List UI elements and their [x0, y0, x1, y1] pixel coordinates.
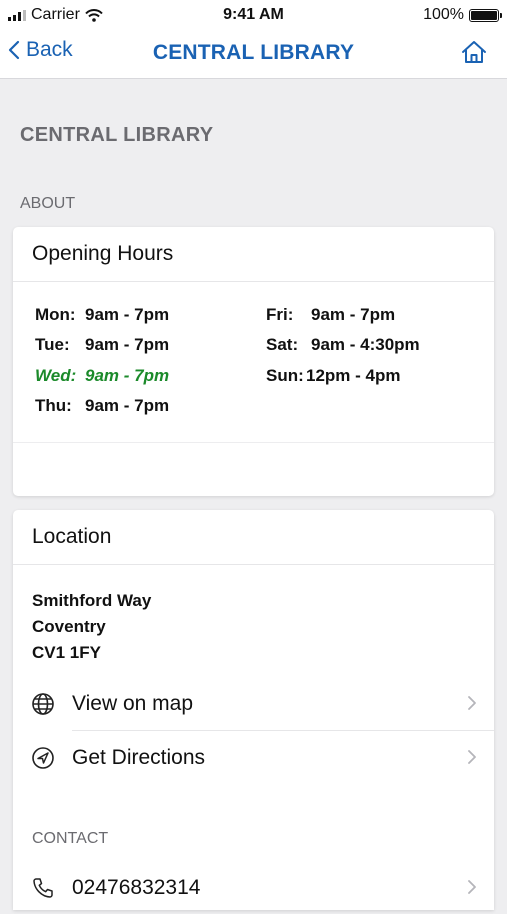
chevron-right-icon — [468, 880, 476, 894]
hours-value: 9am - 7pm — [85, 366, 170, 385]
hours-value: 9am - 7pm — [311, 305, 396, 324]
hours-value: 12pm - 4pm — [306, 366, 401, 385]
day-label: Sat: — [266, 335, 299, 354]
hours-row-sun: Sun: 12pm - 4pm — [266, 366, 400, 386]
hours-row-fri: Fri: 9am - 7pm — [266, 305, 395, 325]
hours-value: 9am - 7pm — [85, 335, 170, 354]
contact-section-label: CONTACT — [32, 830, 109, 847]
day-label: Fri: — [266, 305, 294, 324]
hours-row-thu: Thu: 9am - 7pm — [35, 396, 169, 416]
address-line: Coventry — [32, 617, 106, 636]
day-label: Tue: — [35, 335, 70, 354]
day-label: Mon: — [35, 305, 76, 324]
battery-percent: 100% — [423, 6, 464, 23]
chevron-left-icon — [8, 40, 20, 60]
page-title: CENTRAL LIBRARY — [20, 124, 214, 146]
day-label: Wed: — [35, 366, 77, 385]
hours-row-tue: Tue: 9am - 7pm — [35, 335, 169, 355]
hours-row-wed-today: Wed: 9am - 7pm — [35, 366, 169, 386]
phone-row[interactable]: 02476832314 — [13, 862, 494, 914]
location-card: Location Smithford Way Coventry CV1 1FY … — [13, 510, 494, 910]
status-bar: Carrier 9:41 AM 100% — [0, 0, 507, 30]
day-label: Thu: — [35, 396, 72, 415]
hours-value: 9am - 7pm — [85, 305, 170, 324]
phone-icon — [33, 878, 53, 898]
chevron-right-icon — [468, 750, 476, 764]
navigation-compass-icon — [32, 747, 54, 769]
day-label: Sun: — [266, 366, 304, 385]
chevron-right-icon — [468, 696, 476, 710]
hours-value: 9am - 7pm — [85, 396, 170, 415]
address-line: Smithford Way — [32, 591, 152, 610]
hours-value: 9am - 4:30pm — [311, 335, 420, 354]
back-label: Back — [26, 38, 73, 61]
hours-row-mon: Mon: 9am - 7pm — [35, 305, 169, 325]
home-button[interactable] — [461, 40, 487, 69]
divider — [13, 442, 494, 443]
back-button[interactable]: Back — [8, 38, 73, 62]
address-line: CV1 1FY — [32, 643, 101, 662]
about-section-label: ABOUT — [20, 195, 76, 212]
nav-title: CENTRAL LIBRARY — [152, 41, 355, 64]
divider — [72, 730, 494, 731]
opening-hours-title: Opening Hours — [13, 227, 494, 282]
opening-hours-card: Opening Hours Mon: 9am - 7pm Tue: 9am - 7p… — [13, 227, 494, 496]
phone-number: 02476832314 — [72, 876, 201, 899]
hours-row-sat: Sat: 9am - 4:30pm — [266, 335, 420, 355]
get-directions-row[interactable]: Get Directions — [13, 732, 494, 784]
globe-icon — [32, 693, 54, 715]
navigation-bar: Back CENTRAL LIBRARY — [0, 30, 507, 79]
status-battery-group: 100% — [423, 6, 502, 24]
location-title: Location — [13, 510, 494, 565]
battery-icon — [469, 8, 502, 22]
view-on-map-label: View on map — [72, 692, 194, 715]
view-on-map-row[interactable]: View on map — [13, 678, 494, 730]
address-block: Smithford Way Coventry CV1 1FY — [32, 588, 151, 666]
home-icon — [462, 41, 486, 63]
get-directions-label: Get Directions — [72, 746, 206, 769]
